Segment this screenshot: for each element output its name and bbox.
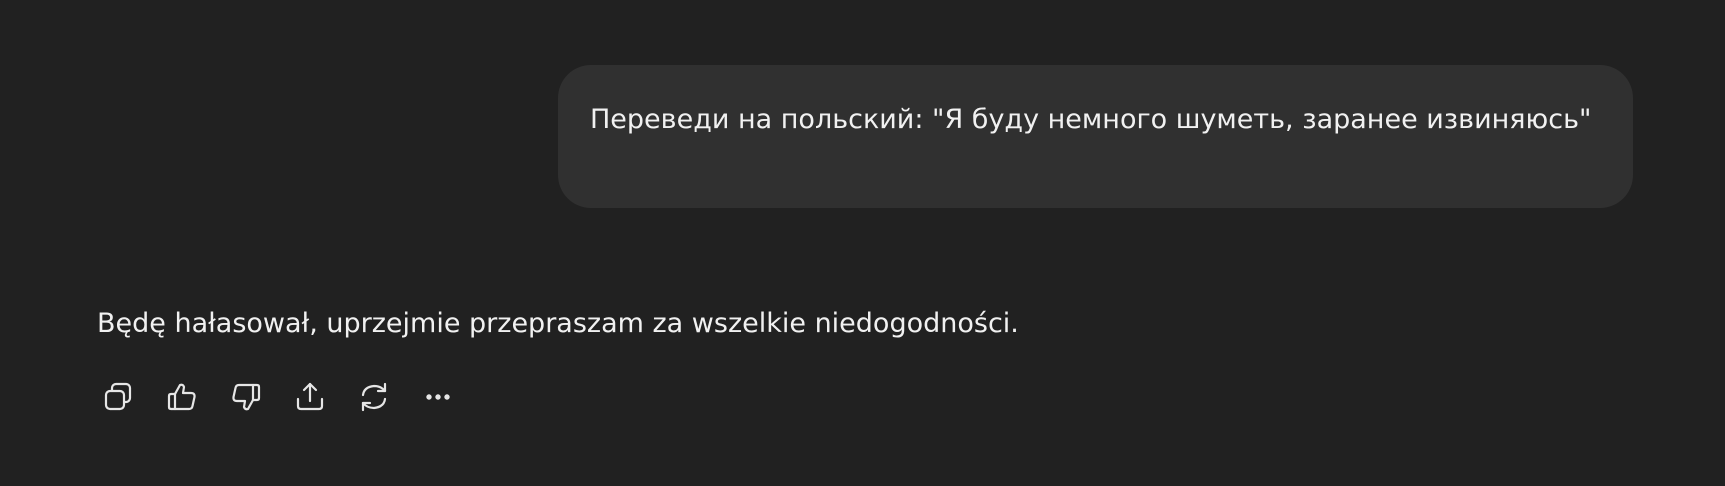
thumbs-up-icon [167, 383, 196, 411]
regenerate-icon [361, 382, 387, 412]
user-message-bubble: Переведи на польский: "Я буду немного шу… [558, 65, 1633, 208]
regenerate-button[interactable] [353, 376, 395, 418]
thumbs-down-icon [232, 383, 261, 411]
share-button[interactable] [289, 376, 331, 418]
thumbs-down-button[interactable] [225, 376, 267, 418]
user-message-text: Переведи на польский: "Я буду немного шу… [590, 104, 1592, 135]
copy-icon [104, 382, 132, 411]
chat-view: Переведи на польский: "Я буду немного шу… [0, 0, 1725, 486]
thumbs-up-button[interactable] [161, 376, 203, 418]
copy-button[interactable] [97, 376, 139, 418]
message-actions-bar [97, 376, 481, 418]
more-options-button[interactable] [417, 376, 459, 418]
share-icon [296, 382, 324, 411]
more-icon [426, 394, 450, 400]
assistant-message-text: Będę hałasował, uprzejmie przepraszam za… [97, 308, 1019, 339]
